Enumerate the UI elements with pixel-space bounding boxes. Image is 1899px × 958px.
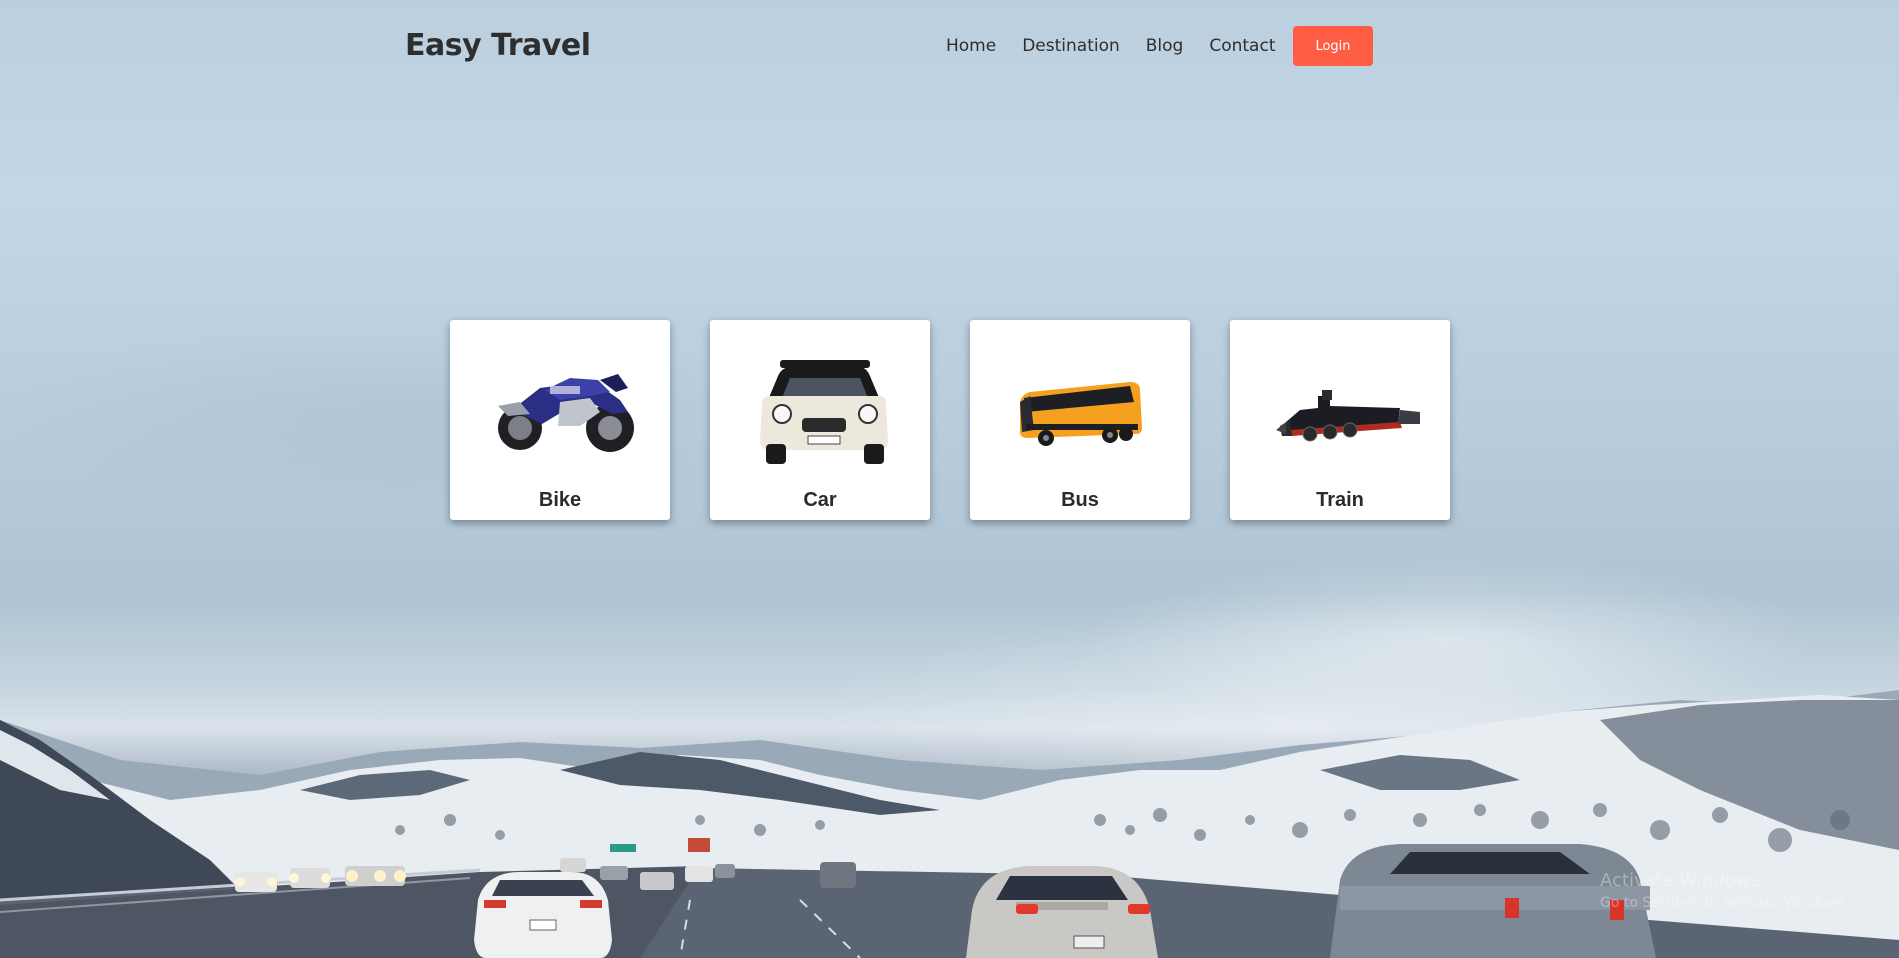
activate-windows-watermark: Activate Windows Go to Settings to activ…	[1600, 870, 1851, 914]
nav-link-destination[interactable]: Destination	[1022, 36, 1120, 56]
card-label-bus: Bus	[1061, 489, 1099, 511]
card-label-train: Train	[1316, 489, 1364, 511]
card-label-bike: Bike	[538, 489, 582, 511]
nav-link-blog[interactable]: Blog	[1146, 36, 1184, 56]
nav-link-home[interactable]: Home	[946, 36, 996, 56]
card-car[interactable]: Car	[710, 320, 930, 520]
page: Easy Travel Home Destination Blog Contac…	[0, 0, 1899, 958]
nav-link-contact[interactable]: Contact	[1209, 36, 1275, 56]
bus-icon	[1020, 382, 1142, 446]
nav-links: Home Destination Blog Contact	[946, 36, 1301, 56]
card-bike[interactable]: Bike	[450, 320, 670, 520]
brand-logo[interactable]: Easy Travel	[405, 28, 591, 63]
card-label-car: Car	[803, 489, 837, 511]
motorcycle-icon	[498, 374, 634, 452]
navbar: Easy Travel Home Destination Blog Contac…	[0, 0, 1899, 94]
watermark-line2: Go to Settings to activate Windows.	[1600, 895, 1851, 911]
train-icon	[1276, 390, 1420, 442]
login-button[interactable]: Login	[1293, 26, 1373, 66]
transport-cards: Bike Car Bus Train	[450, 320, 1450, 520]
watermark-line1: Activate Windows	[1600, 870, 1760, 891]
card-train[interactable]: Train	[1230, 320, 1450, 520]
card-bus[interactable]: Bus	[970, 320, 1190, 520]
car-icon	[760, 360, 888, 464]
